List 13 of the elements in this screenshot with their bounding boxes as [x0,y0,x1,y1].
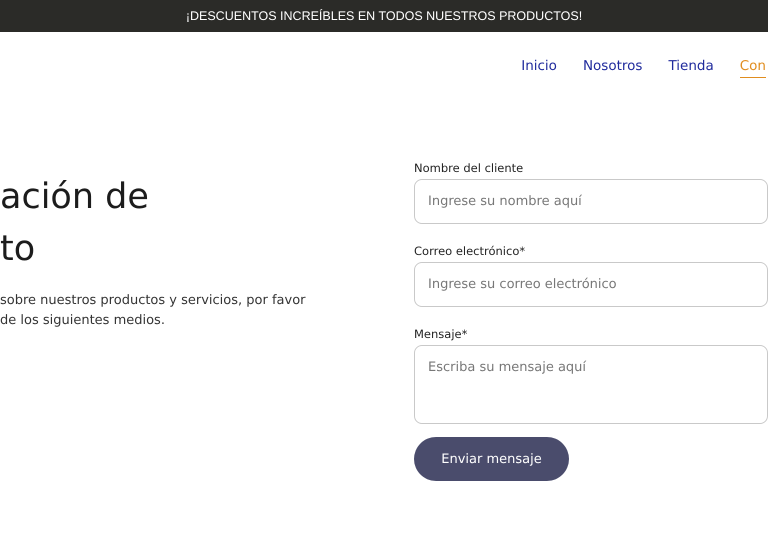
announcement-text: ¡DESCUENTOS INCREÍBLES EN TODOS NUESTROS PRODUCTOS! [186,9,582,23]
field-label: Nombre del cliente [414,161,524,175]
send-button[interactable]: Enviar mensaje [414,437,569,481]
nav-link[interactable]: Nosotros [582,58,642,78]
input-field[interactable]: Ingrese su nombre aquí [414,179,768,224]
intro-paragraph: sobre nuestros productos y servicios, por favor de los siguientes medios. [0,292,306,330]
field-label: Mensaje* [414,327,468,341]
nav-link[interactable]: Tienda [668,58,714,78]
nav-link[interactable]: Inicio [521,58,557,78]
field-label: Correo electrónico* [414,244,526,258]
message-field[interactable]: Escriba su mensaje aquí [414,345,768,424]
page-heading: ación de to [0,176,150,271]
input-field[interactable]: Ingrese su correo electrónico [414,262,768,307]
